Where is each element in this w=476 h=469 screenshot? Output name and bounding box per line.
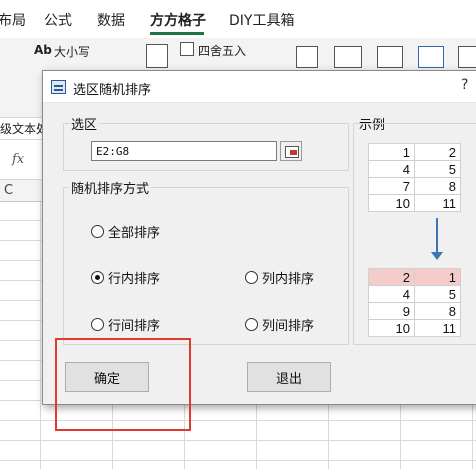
tab-layout[interactable]: 布局 — [0, 10, 26, 30]
exit-button[interactable]: 退出 — [247, 362, 331, 392]
table-cell: 1 — [368, 143, 415, 161]
tab-data[interactable]: 数据 — [97, 10, 125, 30]
table-row: 10 11 — [368, 319, 461, 337]
dialog-title: 选区随机排序 — [73, 83, 152, 98]
table-cell: 4 — [368, 160, 415, 178]
table-cell: 11 — [414, 194, 461, 212]
selection-group-label: 选区 — [69, 114, 100, 133]
radio-in-column-sort-label: 列内排序 — [262, 272, 315, 287]
radio-between-columns-sort-dot[interactable] — [245, 318, 258, 331]
radio-all-sort[interactable]: 全部排序 — [91, 222, 160, 241]
table-icon[interactable] — [377, 46, 403, 68]
radio-all-sort-dot[interactable] — [91, 225, 104, 238]
mode-group-label: 随机排序方式 — [69, 178, 152, 197]
table-cell: 8 — [414, 177, 461, 195]
radio-in-column-sort[interactable]: 列内排序 — [245, 268, 314, 287]
list-icon[interactable] — [334, 46, 362, 68]
table-cell: 9 — [368, 302, 415, 320]
fx-icon[interactable]: fx — [12, 152, 24, 167]
tab-diy-toolbox[interactable]: DIY工具箱 — [229, 10, 294, 30]
dialog-titlebar[interactable]: 选区随机排序 ? — [43, 71, 476, 103]
annotation-highlight-box — [55, 338, 191, 431]
help-button[interactable]: ? — [461, 77, 468, 93]
advanced-text-label[interactable]: 级文本处 — [0, 120, 48, 137]
table-row: 12 — [368, 143, 461, 161]
range-input[interactable]: E2:G8 — [91, 141, 277, 161]
dialog-app-icon — [51, 80, 66, 94]
tab-formulas[interactable]: 公式 — [44, 10, 72, 30]
ab-icon: Ab — [34, 43, 52, 57]
case-button[interactable]: 大小写 — [54, 43, 90, 60]
range-picker-button[interactable] — [280, 141, 302, 161]
table-cell: 5 — [414, 285, 461, 303]
ribbon-tab-bar: 布局 公式 数据 方方格子 DIY工具箱 — [0, 0, 476, 38]
down-arrow-icon — [431, 218, 443, 260]
grid-icon — [180, 42, 194, 56]
table-row: 78 — [368, 177, 461, 195]
table-cell: 1 — [414, 268, 461, 286]
radio-between-rows-sort-dot[interactable] — [91, 318, 104, 331]
radio-in-column-sort-dot[interactable] — [245, 271, 258, 284]
example-after-table: 21 45 98 10 11 — [368, 268, 461, 337]
table-row: 98 — [368, 302, 461, 320]
radio-in-row-sort[interactable]: 行内排序 — [91, 268, 160, 287]
table-cell: 5 — [414, 160, 461, 178]
tab-fangfanggezi[interactable]: 方方格子 — [150, 10, 206, 30]
table-cell: 8 — [414, 302, 461, 320]
formula-icon[interactable] — [146, 44, 168, 68]
sheet-icon[interactable] — [458, 46, 476, 68]
table-cell: 4 — [368, 285, 415, 303]
table-cell: 11 — [414, 319, 461, 337]
table-cell: 10 — [368, 194, 415, 212]
active-tab-indicator — [150, 32, 204, 35]
table-row-highlighted: 21 — [368, 268, 461, 286]
radio-in-row-sort-label: 行内排序 — [108, 272, 161, 287]
table-cell: 10 — [368, 319, 415, 337]
radio-between-columns-sort-label: 列间排序 — [262, 319, 315, 334]
round-button[interactable]: 四舍五入 — [198, 42, 246, 59]
transfer-icon[interactable] — [418, 46, 444, 68]
table-cell: 2 — [414, 143, 461, 161]
paste-icon[interactable] — [296, 46, 318, 68]
radio-between-columns-sort[interactable]: 列间排序 — [245, 315, 314, 334]
table-row: 45 — [368, 285, 461, 303]
table-cell: 2 — [368, 268, 415, 286]
table-row: 10 11 — [368, 194, 461, 212]
radio-between-rows-sort[interactable]: 行间排序 — [91, 315, 160, 334]
example-before-table: 12 45 78 10 11 — [368, 143, 461, 212]
radio-all-sort-label: 全部排序 — [108, 226, 161, 241]
column-header-c[interactable]: C — [4, 183, 13, 198]
radio-between-rows-sort-label: 行间排序 — [108, 319, 161, 334]
table-cell: 7 — [368, 177, 415, 195]
radio-in-row-sort-dot[interactable] — [91, 271, 104, 284]
table-row: 45 — [368, 160, 461, 178]
